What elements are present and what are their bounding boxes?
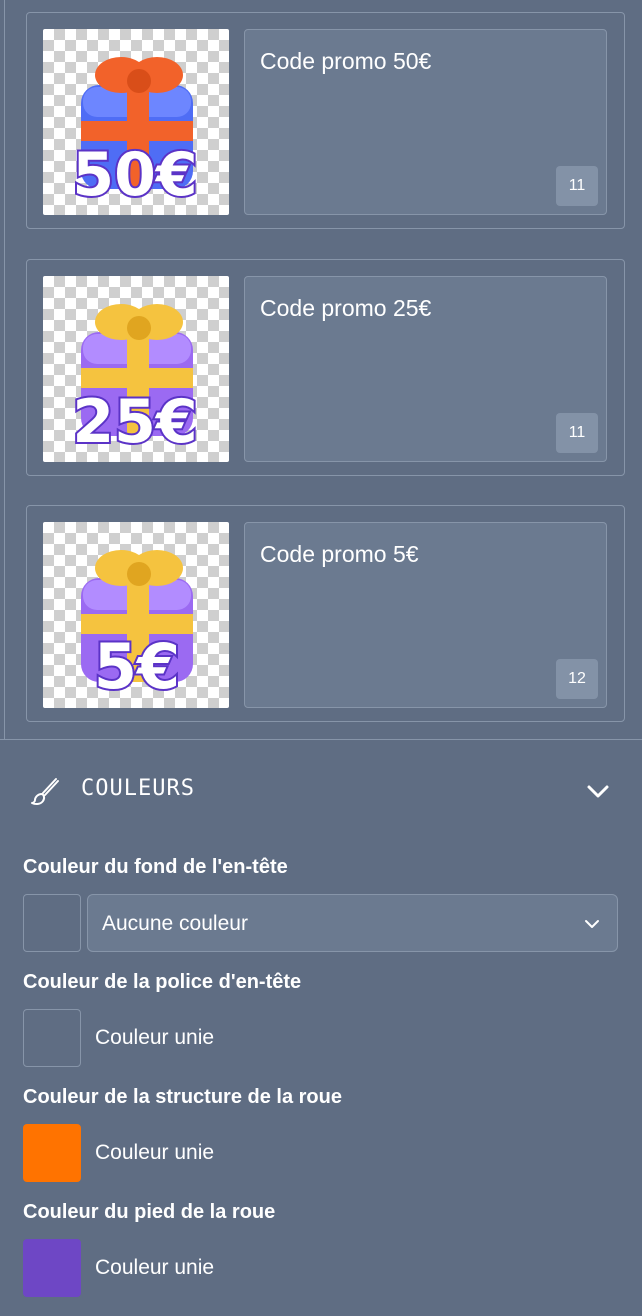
gift-50-image[interactable]: 50€ [43, 29, 229, 215]
header-background-select[interactable]: Aucune couleur [87, 894, 618, 952]
prize-card: 50€ Code promo 50€ 11 [26, 12, 625, 229]
prize-label: Code promo 25€ [260, 295, 432, 321]
prize-card: 25€ Code promo 25€ 11 [26, 259, 625, 476]
color-swatch[interactable] [23, 1009, 81, 1067]
chevron-down-icon [585, 920, 599, 928]
field-label: Couleur de la police d'en-tête [23, 971, 302, 993]
chevron-down-icon[interactable] [585, 778, 611, 804]
color-mode-text: Couleur unie [95, 1141, 215, 1164]
char-count-badge: 11 [556, 166, 598, 206]
field-label: Couleur du fond de l'en-tête [23, 856, 288, 878]
prize-label-input[interactable]: Code promo 5€ 12 [244, 522, 607, 708]
svg-text:50€: 50€ [72, 140, 197, 210]
prize-label: Code promo 50€ [260, 48, 432, 74]
svg-text:25€: 25€ [72, 387, 197, 457]
color-swatch[interactable] [23, 894, 81, 952]
prize-card: 5€ Code promo 5€ 12 [26, 505, 625, 722]
prize-list: 50€ Code promo 50€ 11 25€ Code promo 25€… [4, 0, 642, 739]
select-value: Aucune couleur [102, 912, 248, 935]
gift-5-image[interactable]: 5€ [43, 522, 229, 708]
page: 50€ Code promo 50€ 11 25€ Code promo 25€… [0, 0, 642, 1316]
colors-section-header[interactable]: COULEURS [0, 740, 642, 840]
field-label: Couleur du pied de la roue [23, 1201, 276, 1223]
field-label: Couleur de la structure de la roue [23, 1086, 342, 1108]
section-title: COULEURS [81, 776, 195, 801]
paintbrush-icon [31, 778, 59, 806]
gift-25-image[interactable]: 25€ [43, 276, 229, 462]
prize-label: Code promo 5€ [260, 541, 419, 567]
prize-label-input[interactable]: Code promo 50€ 11 [244, 29, 607, 215]
gift-icon: 5€ [81, 550, 193, 705]
gift-icon: 25€ [70, 304, 200, 459]
color-mode-text: Couleur unie [95, 1026, 215, 1049]
color-swatch-purple[interactable] [23, 1239, 81, 1297]
color-swatch-orange[interactable] [23, 1124, 81, 1182]
char-count-badge: 12 [556, 659, 598, 699]
svg-text:5€: 5€ [94, 630, 180, 703]
prize-label-input[interactable]: Code promo 25€ 11 [244, 276, 607, 462]
gift-icon: 50€ [70, 57, 200, 212]
color-mode-text: Couleur unie [95, 1256, 215, 1279]
char-count-badge: 11 [556, 413, 598, 453]
